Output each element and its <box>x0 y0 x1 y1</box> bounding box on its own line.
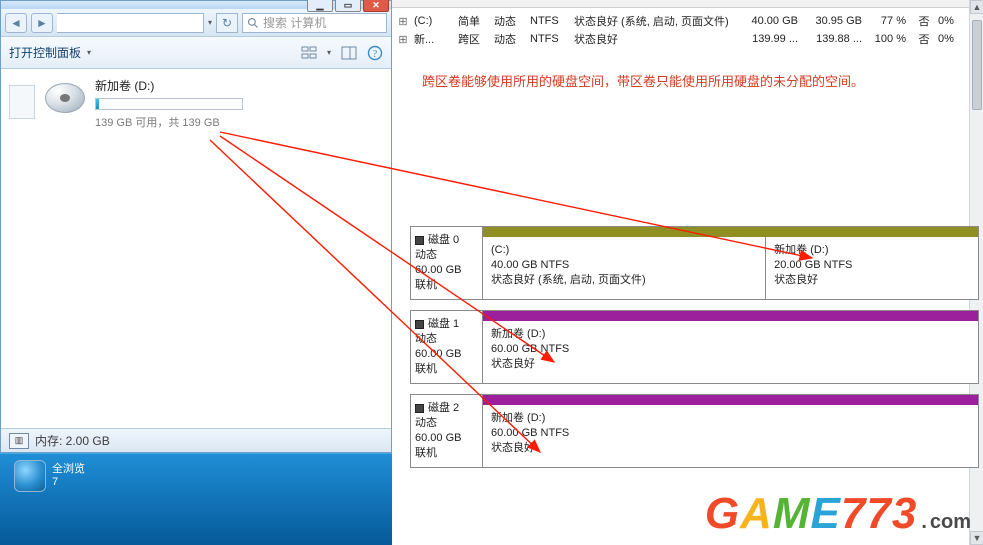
drive-name: 新加卷 (D:) <box>95 77 243 94</box>
maximize-button[interactable]: ▭ <box>335 0 361 12</box>
dm-column-header-row <box>392 0 983 8</box>
scroll-thumb[interactable] <box>972 20 982 110</box>
disk-graphical-view: 磁盘 0 动态 60.00 GB 联机 (C:) 40.00 GB NTFS 状… <box>410 226 979 478</box>
disk-square-icon <box>415 236 424 245</box>
disk-label: 磁盘 2 动态 60.00 GB 联机 <box>411 395 483 467</box>
drive-info: 新加卷 (D:) 139 GB 可用，共 139 GB <box>95 77 243 130</box>
partition-d[interactable]: 新加卷 (D:) 60.00 GB NTFS 状态良好 <box>483 321 978 383</box>
annotation-text: 跨区卷能够使用所用的硬盘空间，带区卷只能使用所用硬盘的未分配的空间。 <box>392 48 983 93</box>
disk-square-icon <box>415 404 424 413</box>
window-title-bar: ▁ ▭ ✕ <box>1 1 391 9</box>
scroll-up-icon[interactable]: ▲ <box>970 0 983 14</box>
blank-drive-slot-icon <box>9 85 35 119</box>
address-bar[interactable] <box>57 13 204 33</box>
table-row[interactable]: ⊞ 新... 跨区 动态 NTFS 状态良好 139.99 ... 139.88… <box>396 30 979 48</box>
stripe-indicator <box>483 227 978 237</box>
volume-icon: ⊞ <box>396 15 410 28</box>
capacity-fill <box>96 99 99 109</box>
table-row[interactable]: ⊞ (C:) 简单 动态 NTFS 状态良好 (系统, 启动, 页面文件) 40… <box>396 12 979 30</box>
search-box[interactable]: 搜索 计算机 <box>242 13 387 33</box>
taskbar-item[interactable]: 全浏览 7 <box>14 460 85 492</box>
svg-text:?: ? <box>373 49 378 60</box>
explorer-content: 新加卷 (D:) 139 GB 可用，共 139 GB <box>1 69 391 428</box>
address-dropdown-icon[interactable]: ▾ <box>208 18 212 27</box>
disk-square-icon <box>415 320 424 329</box>
preview-pane-icon[interactable] <box>341 45 357 61</box>
nav-bar: ◄ ► ▾ ↻ 搜索 计算机 <box>1 9 391 37</box>
drive-item[interactable]: 新加卷 (D:) 139 GB 可用，共 139 GB <box>9 77 383 130</box>
command-bar: 打开控制面板 ▾ ▾ ? <box>1 37 391 69</box>
open-control-panel-link[interactable]: 打开控制面板 <box>9 44 81 61</box>
nav-back-button[interactable]: ◄ <box>5 13 27 33</box>
chevron-down-icon[interactable]: ▾ <box>327 48 331 57</box>
watermark-logo: G A M E 773 . com <box>705 489 971 539</box>
taskbar-item-label: 全浏览 7 <box>52 463 85 489</box>
nav-fwd-button[interactable]: ► <box>31 13 53 33</box>
chevron-down-icon: ▾ <box>87 48 91 57</box>
disk-block-2[interactable]: 磁盘 2 动态 60.00 GB 联机 新加卷 (D:) 60.00 GB NT… <box>410 394 979 468</box>
status-memory-text: 内存: 2.00 GB <box>35 432 110 449</box>
refresh-button[interactable]: ↻ <box>216 13 238 33</box>
disk-block-0[interactable]: 磁盘 0 动态 60.00 GB 联机 (C:) 40.00 GB NTFS 状… <box>410 226 979 300</box>
scroll-down-icon[interactable]: ▼ <box>970 531 983 545</box>
volume-icon: ⊞ <box>396 33 410 46</box>
close-button[interactable]: ✕ <box>363 0 389 12</box>
disk-label: 磁盘 0 动态 60.00 GB 联机 <box>411 227 483 299</box>
minimize-button[interactable]: ▁ <box>307 0 333 12</box>
view-layout-icon[interactable] <box>301 45 317 61</box>
partition-d[interactable]: 新加卷 (D:) 20.00 GB NTFS 状态良好 <box>765 237 978 299</box>
globe-icon <box>14 460 46 492</box>
memory-chip-icon: ▥ <box>9 433 29 449</box>
hard-disk-icon <box>45 83 85 113</box>
stripe-indicator <box>483 311 978 321</box>
desktop-wallpaper <box>54 454 392 545</box>
partition-c[interactable]: (C:) 40.00 GB NTFS 状态良好 (系统, 启动, 页面文件) <box>483 237 765 299</box>
explorer-window: ▁ ▭ ✕ ◄ ► ▾ ↻ 搜索 计算机 打开控制面板 ▾ ▾ ? <box>0 0 392 453</box>
volume-list: ⊞ (C:) 简单 动态 NTFS 状态良好 (系统, 启动, 页面文件) 40… <box>392 8 983 48</box>
status-bar: ▥ 内存: 2.00 GB <box>1 428 391 452</box>
help-icon[interactable]: ? <box>367 45 383 61</box>
disk-block-1[interactable]: 磁盘 1 动态 60.00 GB 联机 新加卷 (D:) 60.00 GB NT… <box>410 310 979 384</box>
capacity-text: 139 GB 可用，共 139 GB <box>95 114 243 130</box>
capacity-gauge <box>95 98 243 110</box>
disk-label: 磁盘 1 动态 60.00 GB 联机 <box>411 311 483 383</box>
taskbar: 全浏览 7 <box>0 453 392 545</box>
search-icon <box>247 17 259 29</box>
search-placeholder: 搜索 计算机 <box>263 14 326 31</box>
stripe-indicator <box>483 395 978 405</box>
partition-d[interactable]: 新加卷 (D:) 60.00 GB NTFS 状态良好 <box>483 405 978 467</box>
